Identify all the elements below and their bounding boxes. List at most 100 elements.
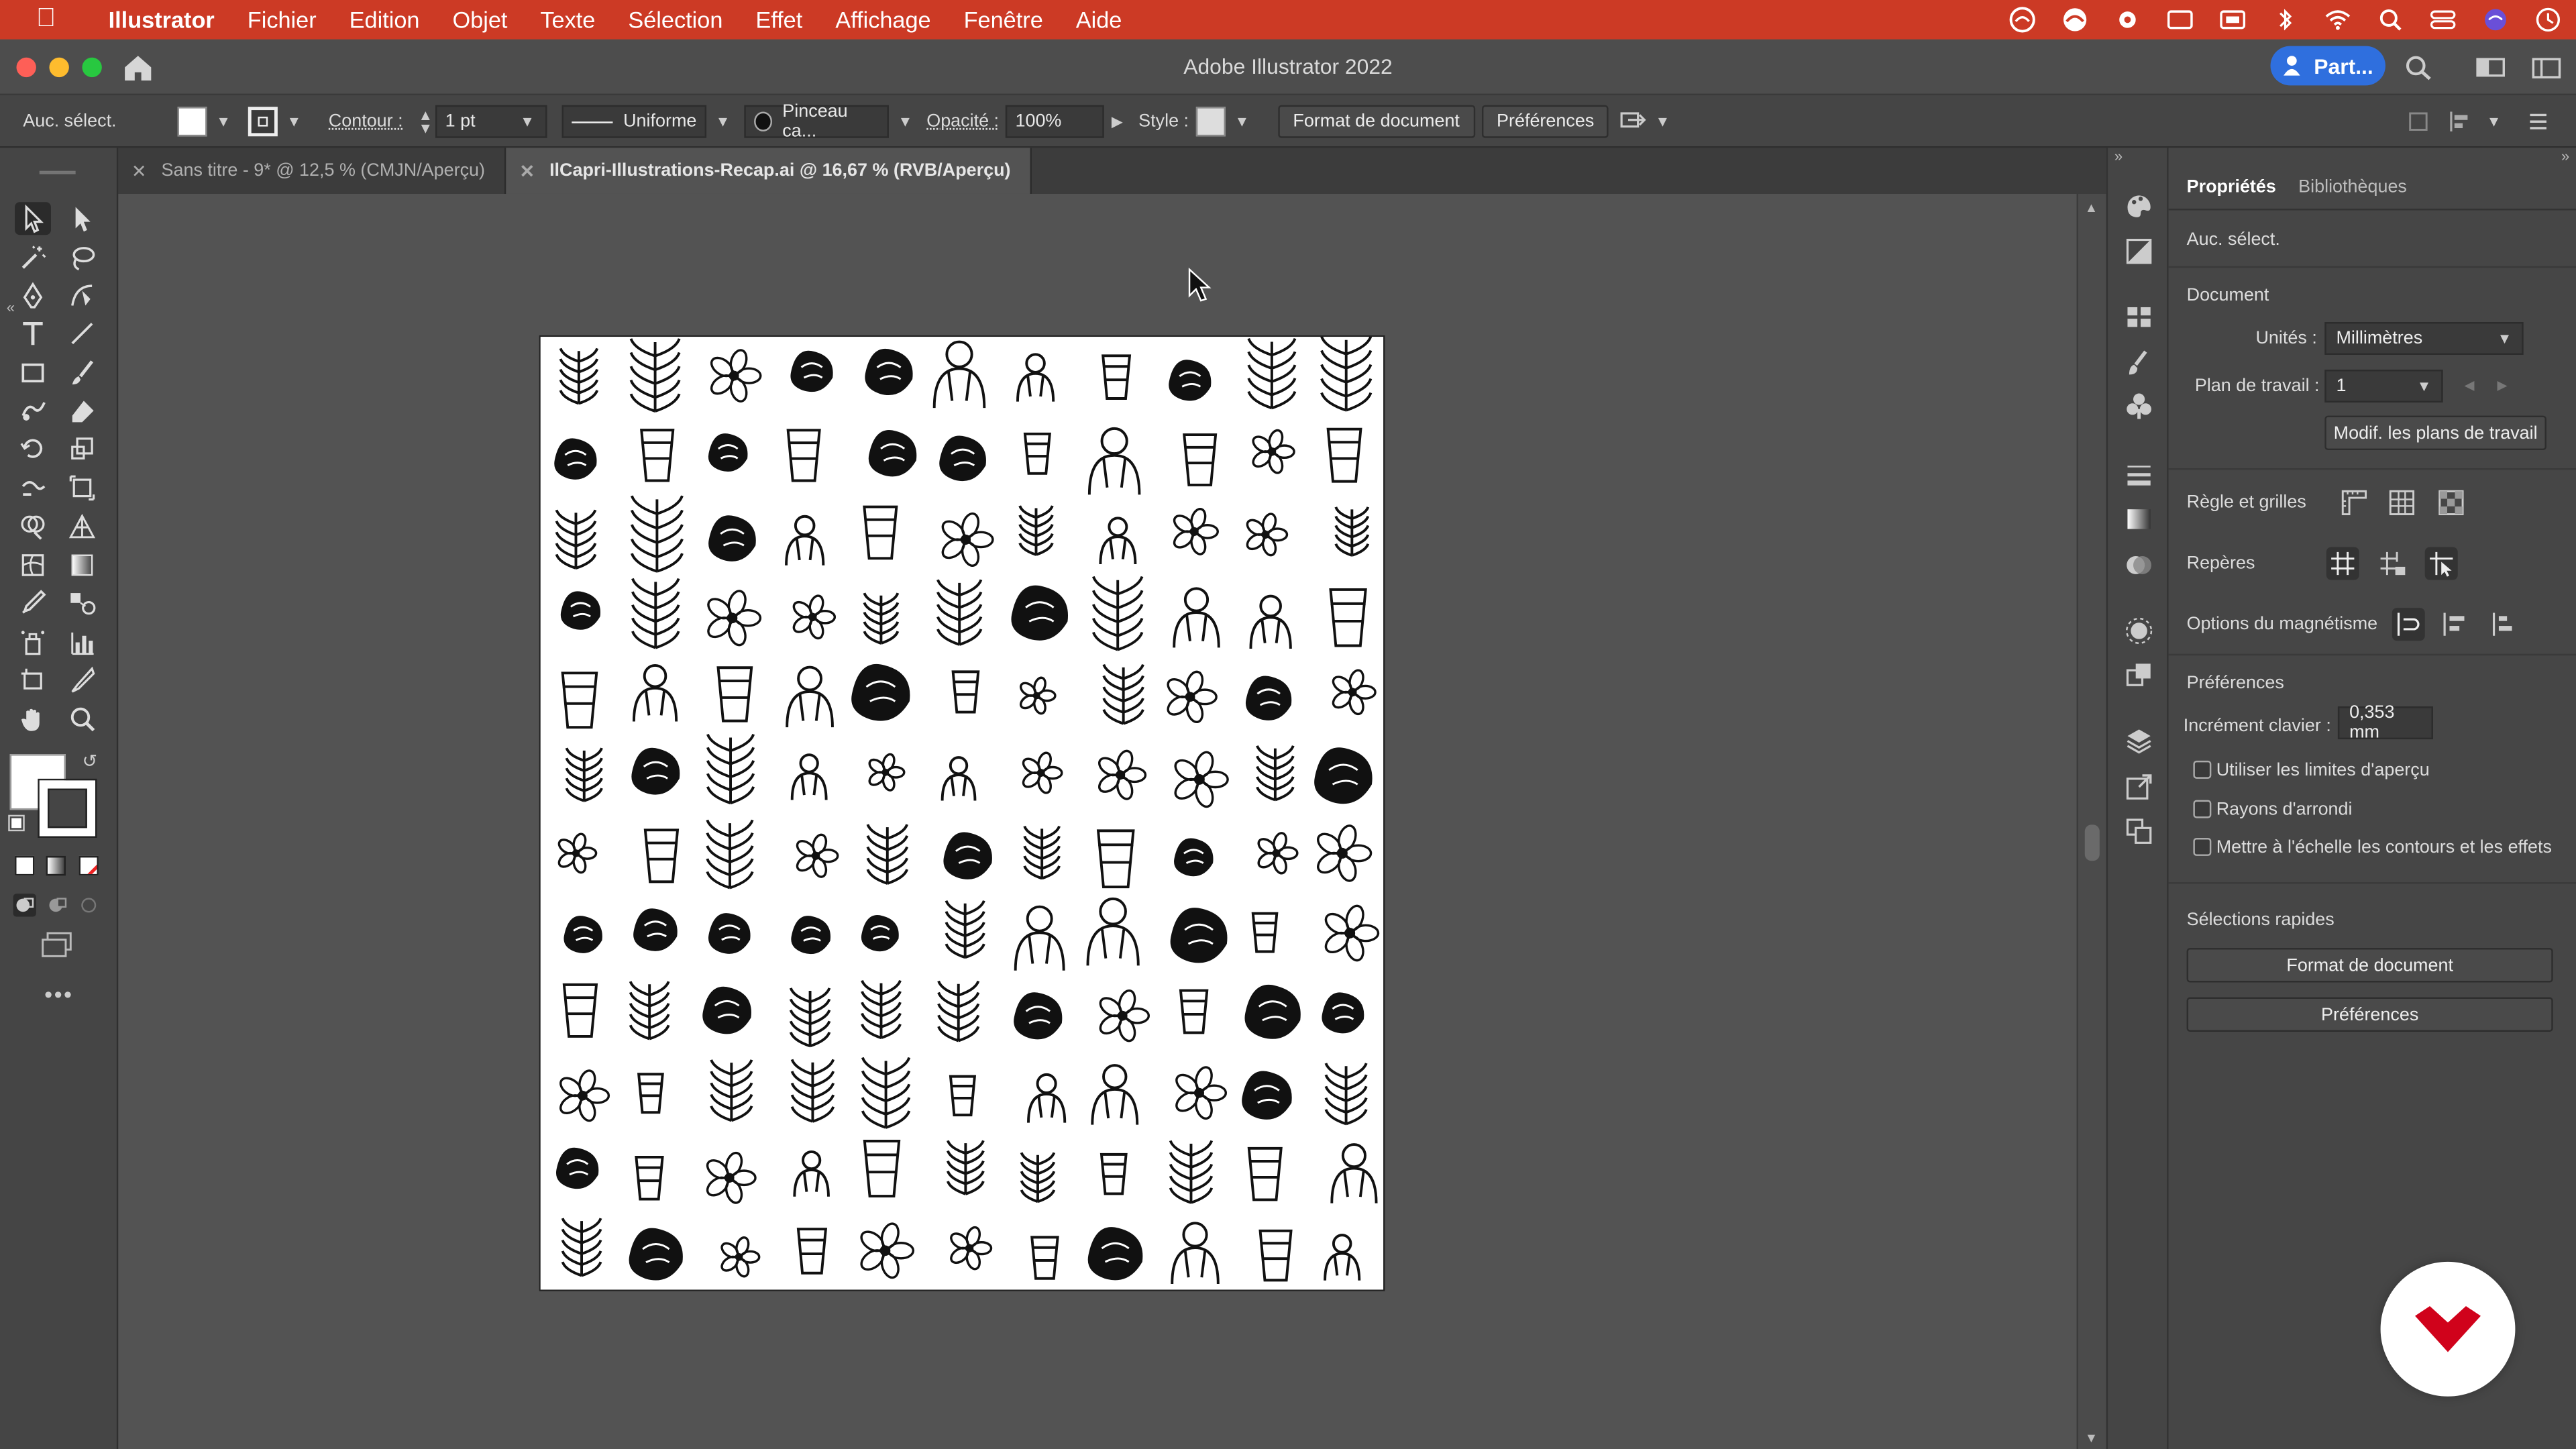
gradient-panel-icon[interactable] [2125,504,2154,534]
apple-icon[interactable]:  [0,5,92,34]
tab-properties[interactable]: Propriétés [2187,177,2276,197]
menu-aide[interactable]: Aide [1059,7,1138,33]
close-tab-icon[interactable]: ✕ [131,160,147,181]
opacity-field[interactable]: 100% ▶ [1005,95,1127,148]
stroke-swatch[interactable] [248,107,278,137]
preferences-button[interactable]: Préférences [1481,105,1609,138]
chevron-down-icon[interactable]: ▼ [517,112,537,131]
tab-libraries[interactable]: Bibliothèques [2298,177,2407,197]
gear-badge-icon[interactable] [2112,7,2142,33]
none-mode-icon[interactable] [78,855,99,876]
ruler-icon[interactable] [2338,486,2371,519]
units-select[interactable]: Millimètres ▼ [2324,322,2524,355]
scale-strokes-checkbox[interactable] [2193,837,2212,856]
align-icon[interactable] [2407,110,2430,133]
artboard-select[interactable]: 1 ▼ [2324,370,2443,403]
tab-sans-titre[interactable]: ✕ Sans titre - 9* @ 12,5 % (CMJN/Aperçu) [118,148,506,194]
snap-to-grid-icon[interactable] [2438,608,2471,641]
stroke-profile-select[interactable]: Uniforme ▼ [561,95,733,148]
rounded-corners-label[interactable]: Rayons d'arrondi [2216,800,2353,820]
snap-to-glyph-icon[interactable] [2487,608,2520,641]
column-graph-tool-icon[interactable] [64,626,101,659]
stroke-weight-value[interactable]: 1 pt [445,112,476,131]
graphic-styles-icon[interactable] [2125,660,2154,690]
clock-icon[interactable] [2533,7,2563,33]
blend-tool-icon[interactable] [64,586,101,619]
edit-artboards-button[interactable]: Modif. les plans de travail [2324,415,2546,451]
toolbar-grip[interactable] [39,170,76,174]
lock-guides-icon[interactable] [2375,547,2408,580]
chevron-down-icon[interactable]: ▼ [2484,112,2504,131]
screen-mode-icon[interactable] [40,932,76,958]
slice-tool-icon[interactable] [64,663,101,696]
cloud-sync-icon[interactable] [2060,7,2090,33]
draw-inside-icon[interactable] [77,894,100,916]
scroll-thumb[interactable] [2084,824,2100,861]
search-icon[interactable] [2404,54,2433,80]
use-preview-bounds-label[interactable]: Utiliser les limites d'aperçu [2216,761,2430,780]
chevron-down-icon[interactable]: ▼ [213,112,233,131]
artboards-panel-icon[interactable] [2125,816,2154,846]
rotate-tool-icon[interactable] [15,432,51,465]
creative-cloud-icon[interactable] [2008,7,2037,33]
stepper-arrows-icon[interactable]: ▲ ▼ [416,107,435,136]
control-center-icon[interactable] [2428,7,2458,33]
tab-ilcapri-illustrations[interactable]: ✕ IlCapri-Illustrations-Recap.ai @ 16,67… [506,148,1032,194]
stroke-label[interactable]: Contour : [329,95,403,148]
curvature-tool-icon[interactable] [64,279,101,312]
more-tools-icon[interactable]: ••• [44,981,73,1007]
appearance-panel-icon[interactable] [2125,616,2154,645]
fill-control[interactable]: ▼ [177,95,233,148]
draw-behind-icon[interactable] [46,894,69,916]
menu-fenetre[interactable]: Fenêtre [947,7,1059,33]
chevron-down-icon[interactable]: ▼ [284,112,304,131]
share-button[interactable]: Part... [2270,46,2385,86]
arrange-documents-icon[interactable] [1620,110,1646,133]
keyboard-increment-field[interactable]: 0,353 mm [2337,703,2433,743]
use-preview-bounds-checkbox[interactable] [2193,760,2212,779]
transparency-grid-icon[interactable] [2434,486,2467,519]
scale-tool-icon[interactable] [64,432,101,465]
scroll-up-icon[interactable]: ▲ [2085,201,2098,215]
eraser-tool-icon[interactable] [64,394,101,427]
next-artboard-icon[interactable]: ▶ [2497,378,2507,392]
collapse-strip-icon[interactable]: » [2114,148,2123,164]
layers-panel-icon[interactable] [2125,726,2154,755]
swatches-panel-icon[interactable] [2125,303,2154,332]
artboard-tool-icon[interactable] [15,663,51,696]
collapse-panel-icon[interactable]: » [2561,148,2569,164]
stroke-weight-stepper[interactable]: ▲ ▼ 1 pt ▼ [416,95,547,148]
default-colors-icon[interactable] [8,814,25,832]
symbol-sprayer-tool-icon[interactable] [15,626,51,659]
lasso-tool-icon[interactable] [64,241,101,274]
magic-wand-tool-icon[interactable] [15,241,51,274]
spotlight-search-icon[interactable] [2375,7,2405,33]
canvas-area[interactable] [118,193,2077,1449]
transparency-panel-icon[interactable] [2125,550,2154,580]
vertical-scrollbar[interactable]: ▲ ▼ [2076,193,2106,1449]
symbols-panel-icon[interactable] [2125,391,2154,421]
chevron-right-icon[interactable]: ▶ [1108,112,1127,131]
opacity-value[interactable]: 100% [1005,105,1104,138]
menu-effet[interactable]: Effet [739,7,819,33]
paintbrush-tool-icon[interactable] [64,356,101,389]
menu-texte[interactable]: Texte [524,7,612,33]
brushes-panel-icon[interactable] [2125,348,2154,378]
chevron-down-icon[interactable]: ▼ [1232,112,1252,131]
color-panel-icon[interactable] [2125,191,2154,220]
menu-lines-icon[interactable] [2527,110,2550,133]
panel-layout-icon[interactable] [2532,54,2561,80]
draw-normal-icon[interactable] [13,894,36,917]
eyedropper-tool-icon[interactable] [15,586,51,619]
gradient-mode-icon[interactable] [46,855,66,876]
line-tool-icon[interactable] [64,317,101,350]
perspective-grid-tool-icon[interactable] [64,509,101,542]
color-mode-icon[interactable] [15,855,35,876]
chevron-down-icon[interactable]: ▼ [713,112,733,131]
opacity-label[interactable]: Opacité : [926,95,999,148]
type-tool-icon[interactable] [15,317,51,350]
chevron-down-icon[interactable]: ▼ [1653,112,1672,131]
arrange-documents-control[interactable]: ▼ [1620,95,1672,148]
quick-document-setup-button[interactable]: Format de document [2186,948,2553,983]
stroke-color-swatch[interactable] [38,778,97,838]
